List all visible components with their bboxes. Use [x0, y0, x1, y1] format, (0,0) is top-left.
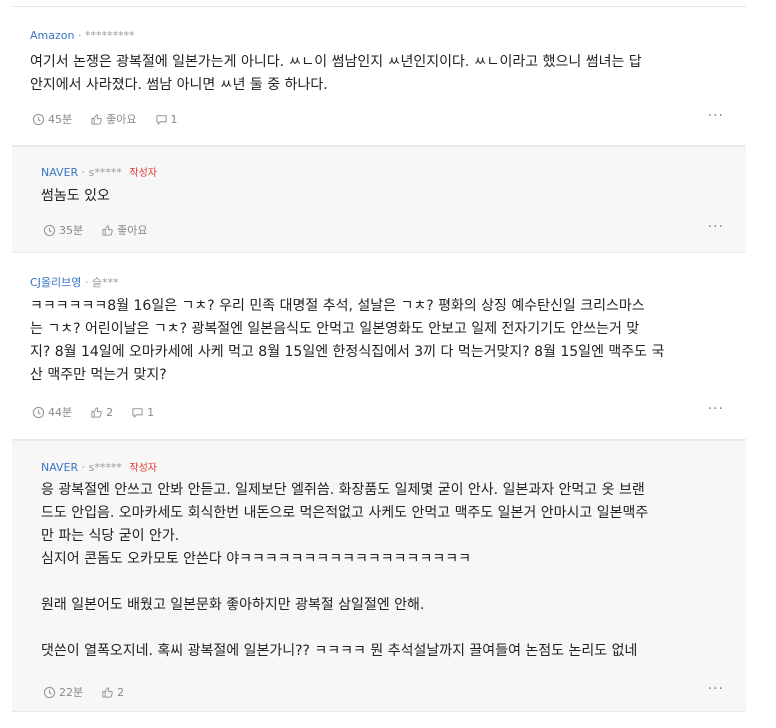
- comment-author[interactable]: Amazon: [30, 29, 74, 42]
- top-divider: [12, 6, 746, 7]
- clock-icon: [43, 686, 56, 698]
- reply-button[interactable]: 1: [155, 113, 178, 126]
- comment-actions: 22분 2: [43, 684, 124, 700]
- time-label: 45분: [48, 113, 73, 126]
- comment-item: CJ올리브영 · 슬*** ㅋㅋㅋㅋㅋㅋ8월 16일은 ㄱㅊ? 우리 민족 대명…: [12, 253, 746, 440]
- reply-item: NAVER · s***** 작성자 응 광복절엔 안쓰고 안봐 안듣고. 일제…: [12, 440, 746, 712]
- comment-body: 썸놈도 있오: [41, 188, 110, 204]
- comment-meta: NAVER · s***** 작성자: [41, 164, 157, 179]
- comment-username: s*****: [88, 166, 122, 179]
- more-options-icon[interactable]: ···: [708, 108, 724, 124]
- clock-icon: [43, 224, 56, 236]
- comment-actions: 45분 좋아요 1: [32, 111, 178, 127]
- meta-separator: ·: [77, 29, 85, 42]
- meta-separator: ·: [81, 166, 89, 179]
- comment-author[interactable]: CJ올리브영: [30, 276, 81, 289]
- writer-badge: 작성자: [129, 168, 158, 179]
- like-label: 좋아요: [106, 113, 137, 126]
- timestamp: 35분: [43, 222, 83, 238]
- timestamp: 22분: [43, 684, 83, 700]
- comment-username: 슬***: [91, 276, 119, 289]
- like-button[interactable]: 2: [101, 686, 124, 699]
- reply-button[interactable]: 1: [131, 406, 154, 419]
- timestamp: 45분: [32, 111, 72, 127]
- thumbs-up-icon: [91, 406, 102, 418]
- meta-separator: ·: [84, 276, 92, 289]
- reply-count: 1: [147, 405, 155, 419]
- like-button[interactable]: 좋아요: [101, 222, 148, 238]
- time-label: 44분: [48, 406, 73, 419]
- more-options-icon[interactable]: ···: [708, 401, 724, 417]
- reply-item: NAVER · s***** 작성자 썸놈도 있오 35분 좋아요 ···: [12, 146, 746, 253]
- like-count: 2: [117, 685, 125, 699]
- comment-author[interactable]: NAVER: [41, 166, 78, 179]
- reply-count: 1: [170, 112, 178, 126]
- comment-item: Amazon · ********* 여기서 논쟁은 광복절에 일본가는게 아니…: [12, 24, 746, 146]
- clock-icon: [32, 113, 45, 125]
- thumbs-up-icon: [102, 224, 113, 236]
- comment-username: *********: [84, 29, 135, 42]
- comment-meta: CJ올리브영 · 슬***: [30, 274, 119, 290]
- thumbs-up-icon: [102, 686, 113, 698]
- meta-separator: ·: [81, 461, 89, 474]
- more-options-icon[interactable]: ···: [708, 219, 724, 235]
- comment-body: 여기서 논쟁은 광복절에 일본가는게 아니다. ㅆㄴ이 썸남인지 ㅆ년인지이다.…: [30, 54, 642, 93]
- like-button[interactable]: 2: [90, 406, 113, 419]
- comment-actions: 44분 2 1: [32, 404, 154, 420]
- writer-badge: 작성자: [129, 463, 158, 474]
- like-count: 2: [106, 405, 114, 419]
- speech-bubble-icon: [155, 114, 167, 125]
- speech-bubble-icon: [132, 407, 143, 418]
- like-label: 좋아요: [117, 224, 148, 237]
- more-options-icon[interactable]: ···: [708, 681, 724, 697]
- time-label: 35분: [59, 224, 84, 237]
- comment-actions: 35분 좋아요: [43, 222, 148, 238]
- timestamp: 44분: [32, 404, 72, 420]
- time-label: 22분: [59, 686, 84, 699]
- thumbs-up-icon: [91, 113, 102, 125]
- like-button[interactable]: 좋아요: [90, 111, 137, 127]
- comment-body: ㅋㅋㅋㅋㅋㅋ8월 16일은 ㄱㅊ? 우리 민족 대명절 추석, 설날은 ㄱㅊ? …: [30, 298, 665, 383]
- clock-icon: [32, 406, 45, 418]
- comment-username: s*****: [88, 461, 122, 474]
- comment-body: 응 광복절엔 안쓰고 안봐 안듣고. 일제보단 엘쥐씀. 화장품도 일제몇 굳이…: [41, 482, 649, 659]
- comment-meta: Amazon · *********: [30, 29, 134, 42]
- comment-meta: NAVER · s***** 작성자: [41, 459, 157, 474]
- comment-author[interactable]: NAVER: [41, 461, 78, 474]
